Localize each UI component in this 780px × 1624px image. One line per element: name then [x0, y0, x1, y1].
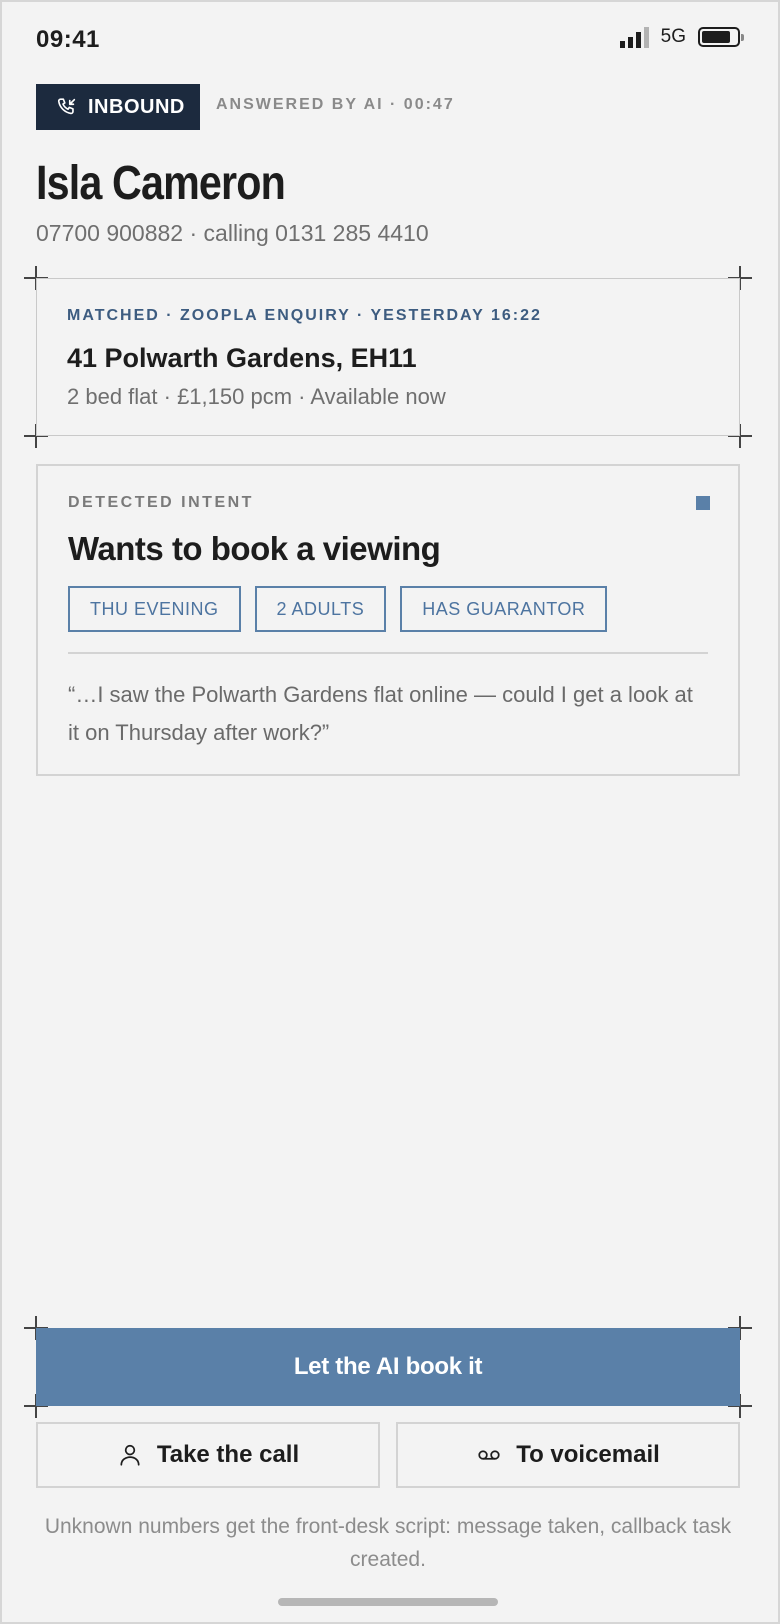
person-icon [120, 1444, 140, 1466]
ai-book-button[interactable]: Let the AI book it [36, 1328, 740, 1406]
intent-tag: 2 ADULTS [254, 586, 387, 632]
intent-title: Wants to book a viewing [68, 530, 441, 567]
property-address: 41 Polwarth Gardens, EH11 [67, 343, 417, 373]
intent-tags: THU EVENING 2 ADULTS HAS GUARANTOR [68, 586, 708, 632]
take-call-button[interactable]: Take the call [36, 1422, 380, 1488]
match-label: MATCHED · ZOOPLA ENQUIRY · YESTERDAY 16:… [67, 307, 542, 324]
intent-tag: HAS GUARANTOR [400, 586, 608, 632]
status-time: 09:41 [36, 26, 100, 53]
inbound-label: INBOUND [88, 95, 185, 118]
signal-icon [619, 26, 649, 48]
network-label: 5G [660, 26, 686, 47]
voicemail-label: To voicemail [516, 1441, 660, 1468]
battery-icon [698, 27, 744, 47]
property-details: 2 bed flat · £1,150 pcm · Available now [67, 384, 446, 409]
home-indicator[interactable] [278, 1598, 498, 1606]
matched-enquiry-card[interactable]: MATCHED · ZOOPLA ENQUIRY · YESTERDAY 16:… [36, 278, 740, 436]
intent-label: DETECTED INTENT [68, 494, 254, 511]
divider [68, 652, 708, 654]
status-indicators: 5G [619, 26, 744, 48]
answered-meta: ANSWERED BY AI · 00:47 [216, 96, 455, 113]
intent-status-indicator [696, 496, 710, 510]
intent-tag: THU EVENING [68, 586, 241, 632]
caller-numbers: 07700 900882 · calling 0131 285 4410 [36, 220, 429, 246]
detected-intent-card: DETECTED INTENT Wants to book a viewing … [36, 464, 740, 776]
footnote: Unknown numbers get the front-desk scrip… [44, 1515, 732, 1571]
take-call-label: Take the call [156, 1441, 300, 1468]
caller-name: Isla Cameron [36, 157, 286, 210]
inbound-badge: INBOUND [36, 84, 200, 130]
voicemail-button[interactable]: To voicemail [396, 1422, 740, 1488]
phone-incoming-icon [57, 98, 76, 115]
voicemail-icon [478, 1450, 500, 1460]
caller-quote: “…I saw the Polwarth Gardens flat online… [68, 682, 693, 745]
